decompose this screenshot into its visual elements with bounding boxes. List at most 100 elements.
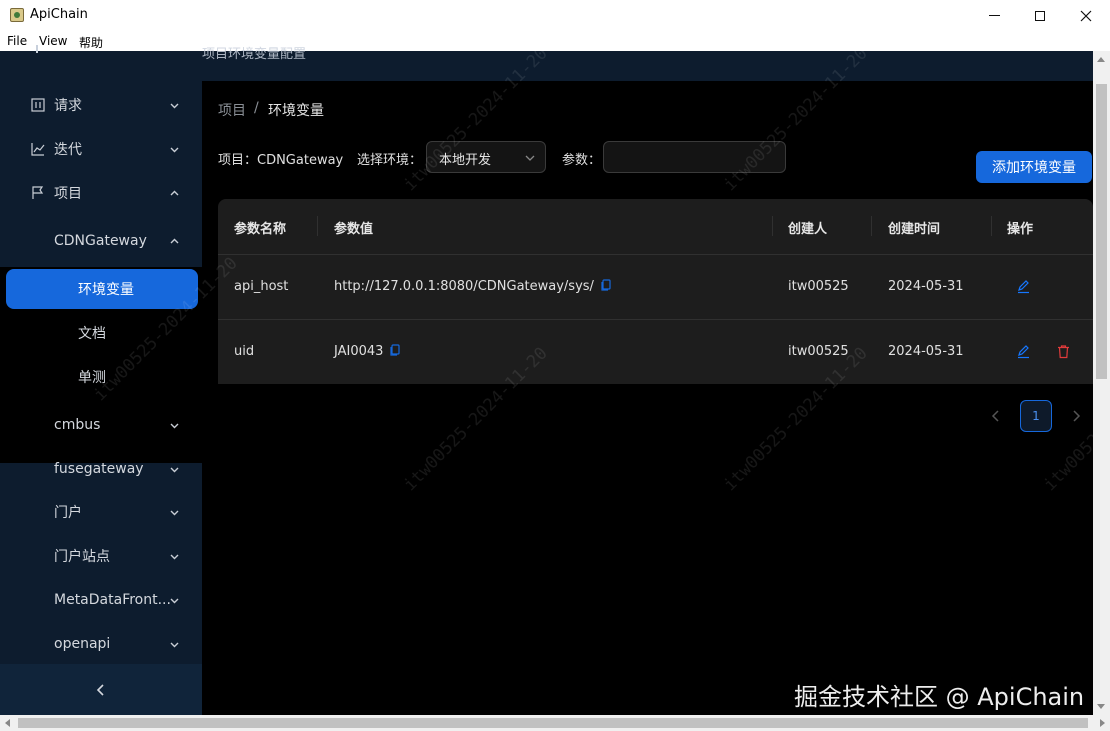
scroll-thumb[interactable] [18, 718, 1088, 728]
table-row: api_host http://127.0.0.1:8080/CDNGatewa… [218, 254, 1093, 319]
sidebar-item-label: fusegateway [54, 461, 144, 477]
chevron-down-icon [170, 510, 179, 515]
sidebar-item-cmbus[interactable]: cmbus [0, 403, 202, 447]
sidebar-item-portal-site[interactable]: 门户站点 [0, 534, 202, 578]
chart-icon [31, 98, 45, 112]
scroll-down-icon[interactable] [1097, 704, 1105, 709]
sidebar-item-cdngateway[interactable]: CDNGateway [0, 219, 202, 263]
edit-icon[interactable] [1016, 279, 1031, 294]
param-search-input[interactable] [603, 141, 786, 173]
minimize-button[interactable] [971, 0, 1017, 31]
cell-creator: itw00525 [788, 344, 849, 359]
page-title: 项目环境变量配置 [202, 47, 307, 62]
close-button[interactable] [1063, 0, 1109, 31]
sidebar-item-portal[interactable]: 门户 [0, 490, 202, 534]
cell-value-text: http://127.0.0.1:8080/CDNGateway/sys/ [334, 279, 594, 294]
maximize-button[interactable] [1017, 0, 1063, 31]
sidebar: 请求 迭代 项目 CDNGateway 环境变量 文档 单测 cmbus fus… [0, 81, 202, 715]
column-header-actions: 操作 [1007, 222, 1034, 237]
scroll-up-icon[interactable] [1097, 57, 1105, 62]
breadcrumb-current: 环境变量 [268, 103, 324, 119]
header-band: 项目环境变量配置 [0, 45, 1093, 81]
chevron-down-icon [170, 467, 179, 472]
sidebar-item-requests[interactable]: 请求 [0, 83, 202, 127]
window-title: ApiChain [30, 7, 88, 22]
app-logo-icon [10, 8, 24, 22]
header-mark [36, 45, 38, 53]
project-label: 项目：CDNGateway [218, 153, 344, 168]
chevron-down-icon [525, 155, 535, 161]
column-divider [991, 216, 992, 236]
copy-icon[interactable] [600, 279, 612, 291]
sidebar-item-label: 文档 [78, 326, 106, 342]
sidebar-item-label: cmbus [54, 417, 101, 433]
delete-icon[interactable] [1056, 344, 1071, 359]
column-divider [871, 216, 872, 236]
menu-help[interactable]: 帮助 [79, 34, 103, 51]
column-divider [317, 216, 318, 236]
flag-icon [32, 186, 44, 199]
chevron-up-icon [170, 190, 179, 195]
sidebar-item-label: 门户站点 [54, 549, 110, 565]
sidebar-item-docs[interactable]: 文档 [0, 311, 202, 355]
menu-file[interactable]: File [7, 34, 27, 48]
chevron-down-icon [170, 554, 179, 559]
chevron-down-icon [170, 642, 179, 647]
sidebar-collapse-button[interactable] [0, 664, 202, 715]
add-env-var-button[interactable]: 添加环境变量 [976, 151, 1092, 183]
cell-value: JAI0043 [334, 344, 401, 359]
cell-value-text: JAI0043 [334, 344, 384, 359]
column-header-value: 参数值 [334, 222, 374, 237]
scroll-right-icon[interactable] [1100, 719, 1105, 727]
menu-bar: File View 帮助 [0, 31, 1110, 51]
chevron-down-icon [170, 423, 179, 428]
env-var-table: 参数名称 参数值 创建人 创建时间 操作 api_host http://127… [218, 199, 1093, 384]
scroll-left-icon[interactable] [5, 719, 10, 727]
sidebar-item-label: 请求 [54, 98, 82, 114]
chevron-left-icon [96, 683, 104, 696]
pagination-next-icon[interactable] [1069, 409, 1083, 423]
sidebar-item-metadatafront[interactable]: MetaDataFront... [0, 578, 202, 622]
column-header-name: 参数名称 [234, 222, 287, 237]
table-row: uid JAI0043 itw00525 2024-05-31 [218, 319, 1093, 384]
cell-name: uid [234, 344, 255, 359]
cell-created: 2024-05-31 [888, 279, 964, 294]
horizontal-scrollbar[interactable] [0, 715, 1110, 731]
sidebar-item-openapi[interactable]: openapi [0, 622, 202, 666]
sidebar-item-label: openapi [54, 636, 111, 652]
sidebar-item-label: 迭代 [54, 142, 82, 158]
vertical-scrollbar[interactable] [1093, 51, 1110, 715]
sidebar-item-projects[interactable]: 项目 [0, 171, 202, 215]
pagination-prev-icon[interactable] [989, 409, 1003, 423]
sidebar-item-label: MetaDataFront... [54, 592, 171, 608]
env-select[interactable]: 本地开发 [426, 141, 546, 173]
line-chart-icon [31, 143, 45, 156]
sidebar-item-unit-tests[interactable]: 单测 [0, 355, 202, 399]
param-label: 参数： [562, 153, 602, 168]
chevron-down-icon [170, 147, 179, 152]
column-header-created: 创建时间 [888, 222, 941, 237]
sidebar-item-label: 环境变量 [78, 282, 134, 298]
column-divider [772, 216, 773, 236]
sidebar-item-label: CDNGateway [54, 233, 147, 249]
sidebar-item-label: 项目 [54, 186, 82, 202]
chevron-down-icon [170, 598, 179, 603]
table-header: 参数名称 参数值 创建人 创建时间 操作 [218, 199, 1093, 254]
breadcrumb-separator: / [254, 100, 259, 116]
credit-overlay: 掘金技术社区 @ ApiChain [794, 683, 1085, 711]
sidebar-item-label: 单测 [78, 370, 106, 386]
menu-view[interactable]: View [39, 34, 67, 48]
env-select-value: 本地开发 [439, 153, 492, 168]
sidebar-item-fusegateway[interactable]: fusegateway [0, 447, 202, 491]
minimize-icon [988, 15, 1000, 16]
maximize-icon [1035, 10, 1045, 21]
breadcrumb-root[interactable]: 项目 [218, 100, 246, 120]
app-area: 项目环境变量配置 请求 迭代 项目 CDNGateway 环境变量 文档 单测 … [0, 43, 1110, 715]
pagination-page[interactable]: 1 [1020, 400, 1052, 432]
scroll-thumb[interactable] [1096, 84, 1107, 379]
chevron-up-icon [170, 238, 179, 243]
sidebar-item-env-vars[interactable]: 环境变量 [6, 269, 198, 309]
sidebar-item-iterations[interactable]: 迭代 [0, 127, 202, 171]
edit-icon[interactable] [1016, 344, 1031, 359]
copy-icon[interactable] [389, 344, 401, 356]
